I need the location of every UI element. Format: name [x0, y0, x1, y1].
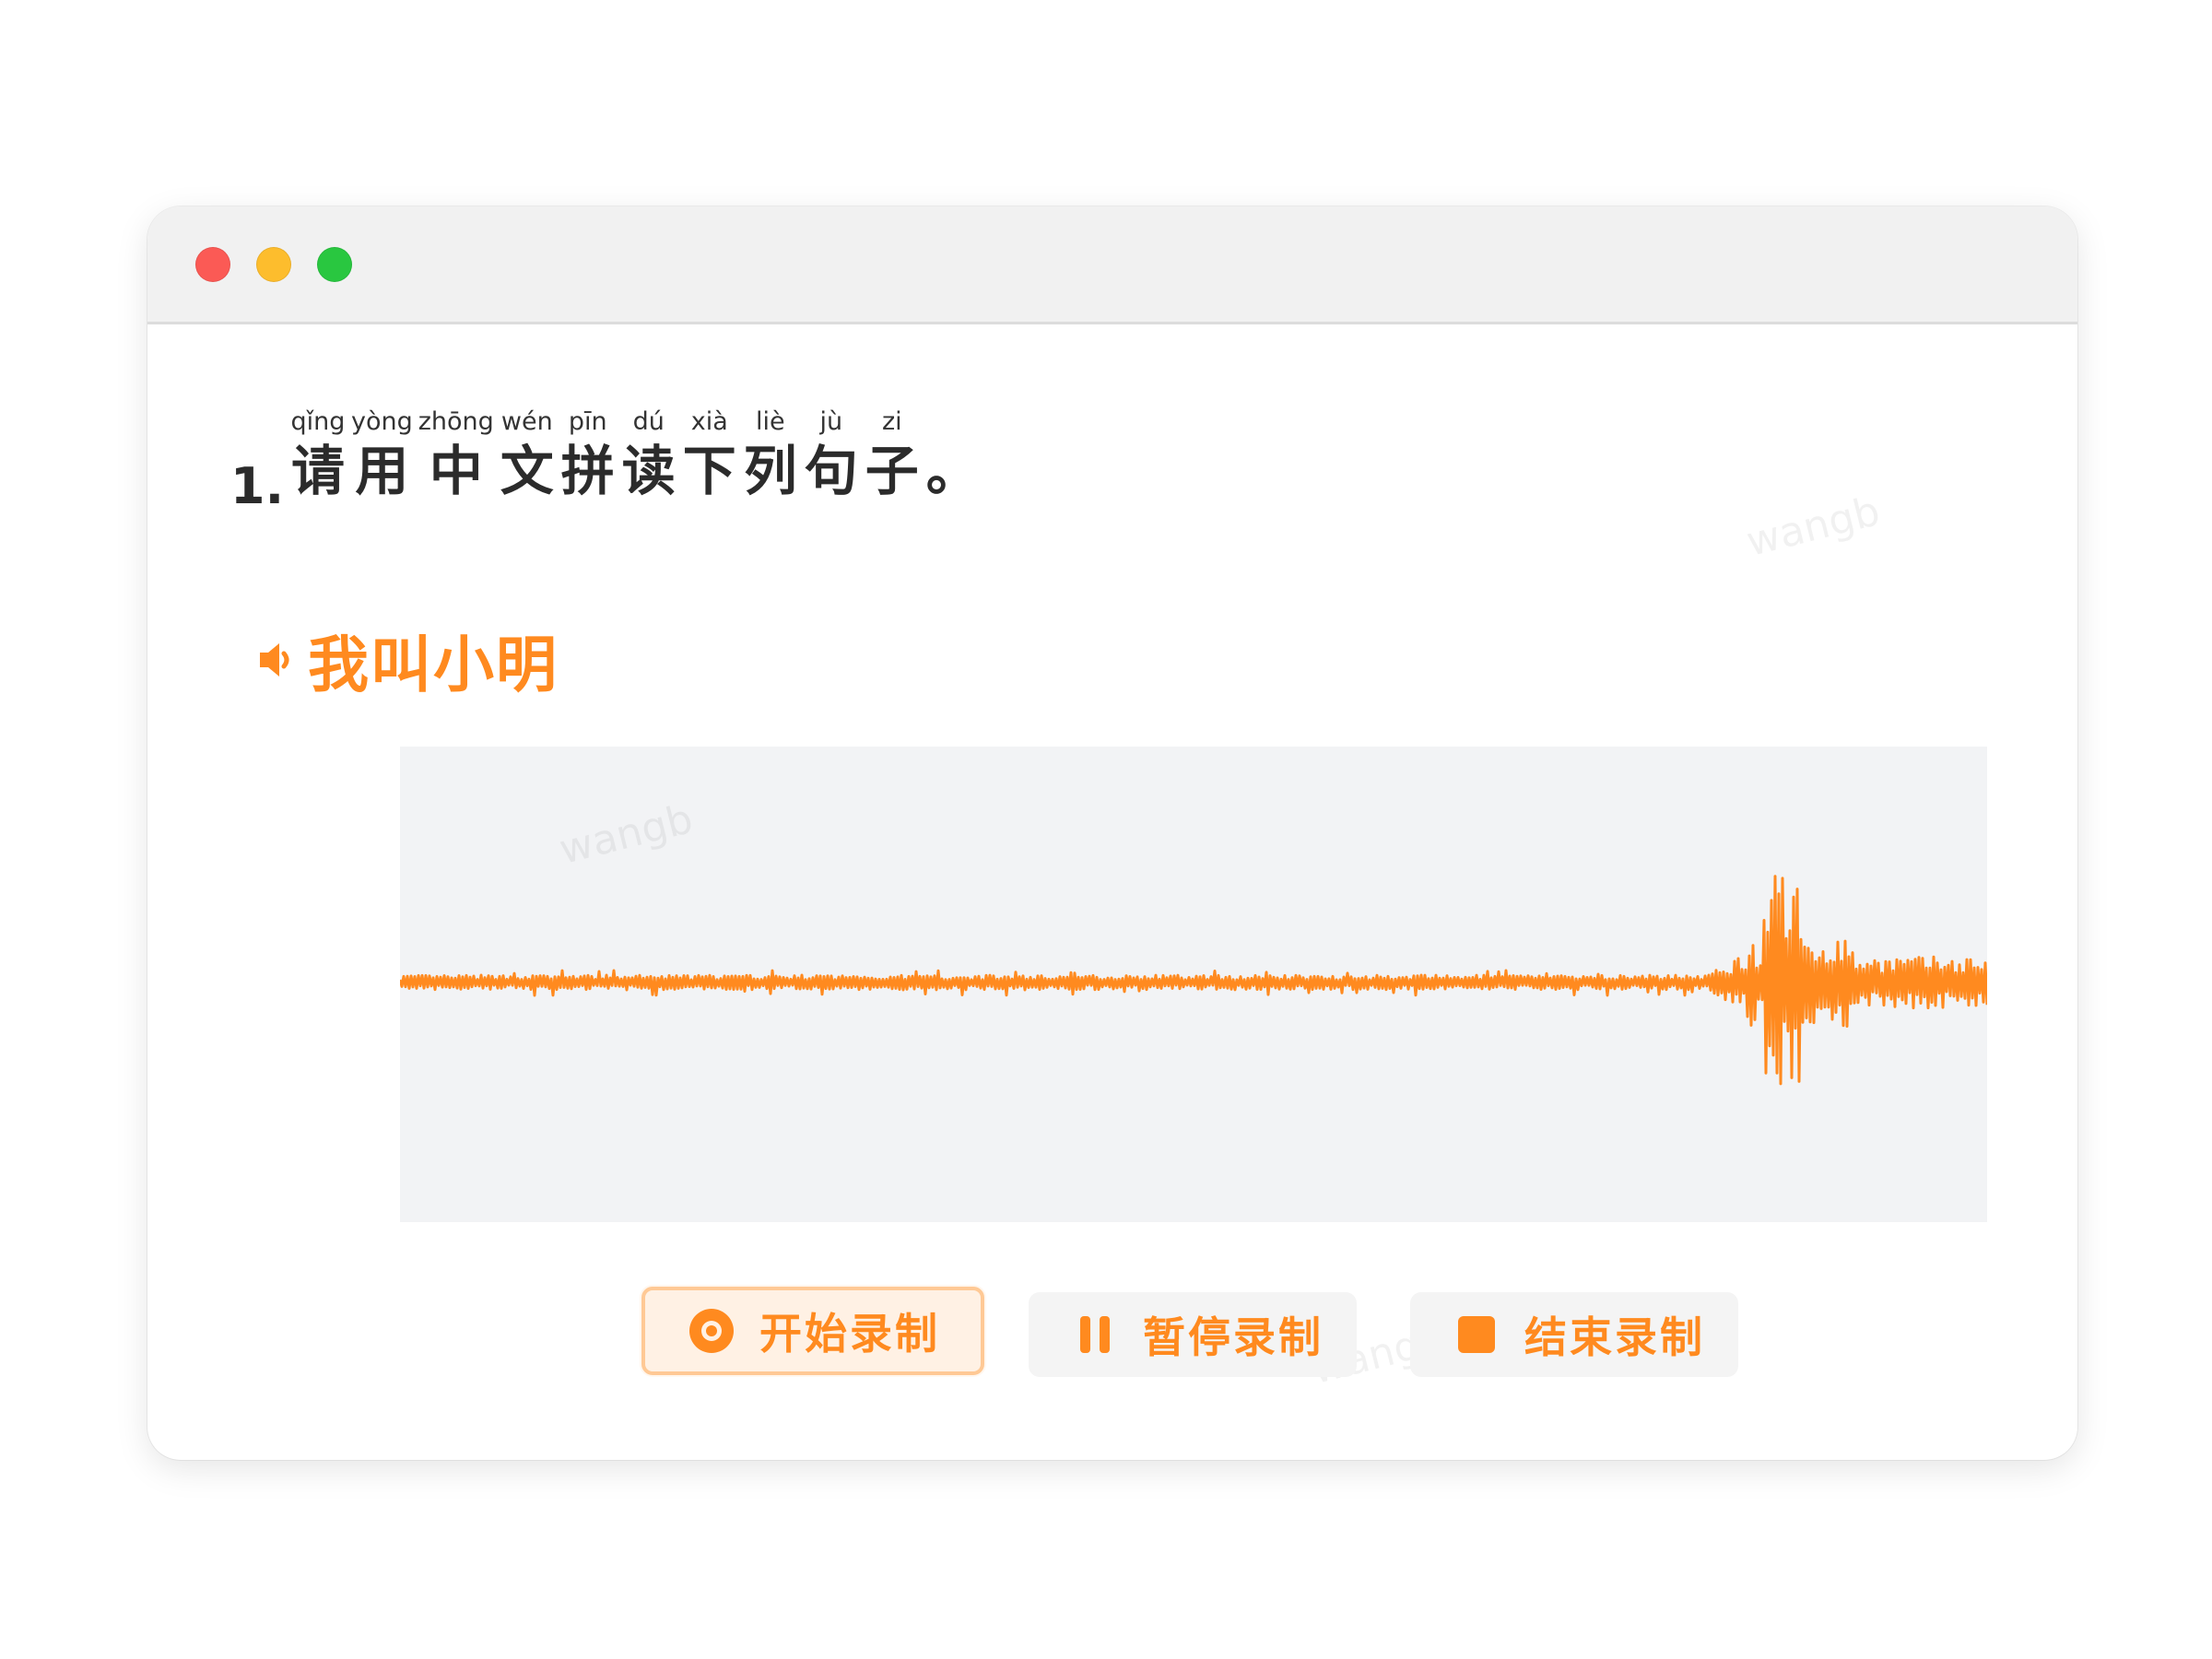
- ruby-char: 。: [924, 404, 982, 501]
- watermark: wangb: [1742, 488, 1885, 566]
- ruby-char: yòng 用: [350, 404, 414, 501]
- pinyin-text: zhōng: [418, 407, 494, 436]
- stop-icon: [1451, 1309, 1502, 1360]
- hanzi-text: 子: [865, 440, 919, 502]
- ruby-char: pīn 拼: [559, 404, 617, 501]
- waveform-panel: [400, 747, 1987, 1222]
- ruby-char: dú 读: [620, 404, 677, 501]
- ruby-char: liè 列: [742, 404, 799, 501]
- pinyin-text: wén: [500, 407, 553, 436]
- hanzi-text: 读: [621, 440, 676, 502]
- audio-waveform: [400, 875, 1987, 1086]
- minimize-window-button[interactable]: [256, 247, 291, 282]
- pause-recording-label: 暂停录制: [1143, 1312, 1324, 1362]
- ruby-char: wén 文: [499, 404, 556, 501]
- hanzi-text: 。: [925, 440, 980, 502]
- pinyin-text: jù: [819, 407, 843, 436]
- app-window: 1. qǐng 请 yòng 用 zhōng 中 wén 文 pīn 拼 dú 读 xià 下 liè 列 jù…: [147, 206, 2077, 1460]
- question-number: 1.: [230, 457, 285, 515]
- stop-recording-label: 结束录制: [1524, 1312, 1705, 1362]
- hanzi-text: 句: [804, 440, 858, 502]
- ruby-char: xià 下: [681, 404, 738, 501]
- record-icon: [686, 1305, 737, 1357]
- pinyin-text: qǐng: [290, 407, 346, 436]
- speaker-icon[interactable]: [254, 637, 295, 683]
- hanzi-text: 拼: [560, 440, 615, 502]
- close-window-button[interactable]: [195, 247, 230, 282]
- hanzi-text: 列: [743, 440, 797, 502]
- stop-recording-button[interactable]: 结束录制: [1410, 1292, 1738, 1377]
- pinyin-text: yòng: [351, 407, 413, 436]
- start-recording-button[interactable]: 开始录制: [641, 1287, 984, 1375]
- sentence-text: 我叫小明: [308, 629, 559, 700]
- ruby-char: zhōng 中: [418, 404, 495, 501]
- pinyin-text: [952, 404, 954, 441]
- target-sentence[interactable]: 我叫小明: [254, 616, 559, 704]
- pinyin-text: dú: [632, 407, 665, 436]
- zoom-window-button[interactable]: [317, 247, 352, 282]
- title-bar: [147, 206, 2077, 324]
- pause-icon: [1069, 1309, 1121, 1360]
- pause-recording-button[interactable]: 暂停录制: [1029, 1292, 1357, 1377]
- hanzi-text: 请: [290, 440, 345, 502]
- hanzi-text: 中: [429, 440, 483, 502]
- pinyin-annotated-instruction: qǐng 请 yòng 用 zhōng 中 wén 文 pīn 拼 dú 读 xià 下 liè 列 jù 句 zi…: [289, 404, 985, 501]
- ruby-char: jù 句: [803, 404, 860, 501]
- start-recording-label: 开始录制: [759, 1309, 940, 1359]
- pinyin-text: xià: [690, 407, 728, 436]
- pinyin-text: liè: [756, 407, 785, 436]
- pinyin-text: zi: [881, 407, 902, 436]
- hanzi-text: 用: [355, 440, 409, 502]
- hanzi-text: 下: [682, 440, 736, 502]
- pinyin-text: pīn: [568, 407, 607, 436]
- ruby-char: zi 子: [864, 404, 921, 501]
- recording-controls: 开始录制 暂停录制 结束录制: [147, 1287, 2077, 1384]
- hanzi-text: 文: [500, 440, 554, 502]
- ruby-char: qǐng 请: [289, 404, 347, 501]
